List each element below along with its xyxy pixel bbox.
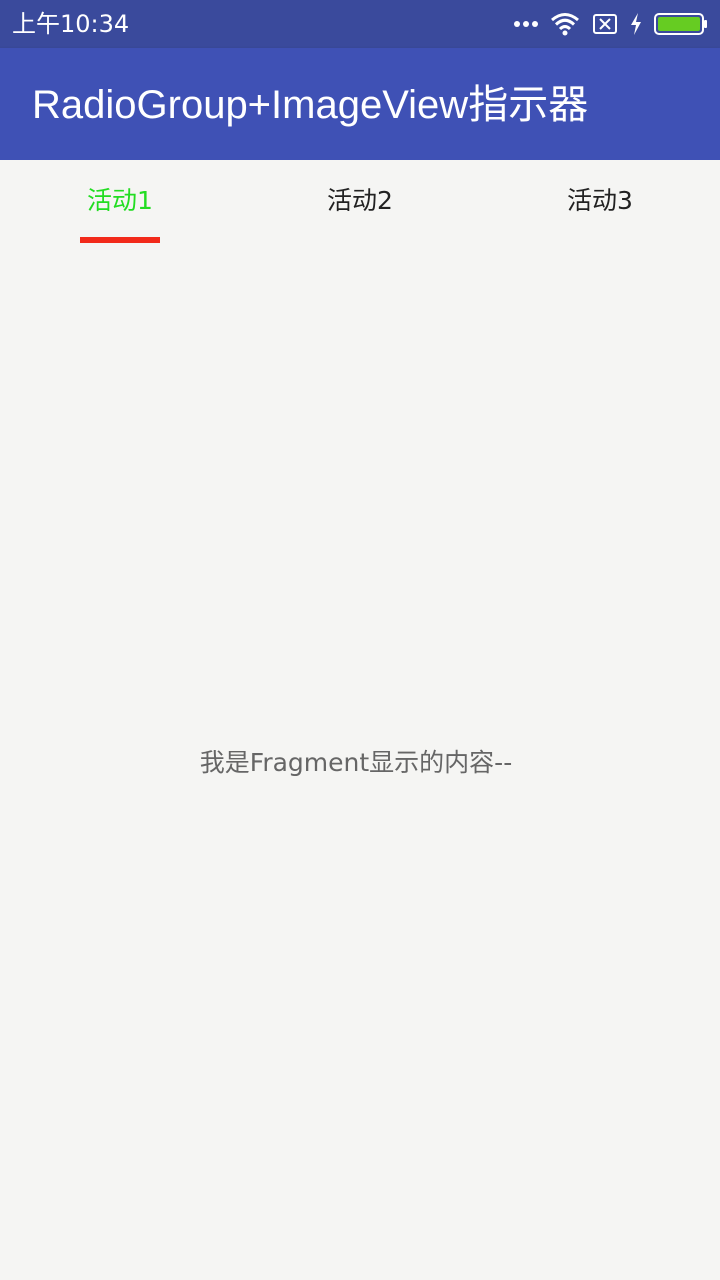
charging-bolt-icon bbox=[630, 13, 642, 35]
app-bar: RadioGroup+ImageView指示器 bbox=[0, 48, 720, 160]
battery-icon bbox=[654, 12, 708, 36]
more-dots-icon bbox=[514, 20, 538, 28]
tab-activity-3[interactable]: 活动3 bbox=[530, 184, 670, 224]
tab-indicator bbox=[80, 237, 160, 243]
tab-activity-2[interactable]: 活动2 bbox=[290, 184, 430, 224]
wifi-icon bbox=[550, 12, 580, 36]
tab-bar: 活动1 活动2 活动3 bbox=[0, 160, 720, 248]
status-bar: 上午10:34 bbox=[0, 0, 720, 48]
fragment-content: 我是Fragment显示的内容-- bbox=[199, 748, 513, 777]
app-title: RadioGroup+ImageView指示器 bbox=[32, 83, 589, 127]
status-icons bbox=[514, 10, 708, 38]
tab-activity-1[interactable]: 活动1 bbox=[50, 184, 190, 224]
status-time: 上午10:34 bbox=[12, 10, 130, 38]
no-sim-icon bbox=[592, 13, 618, 35]
